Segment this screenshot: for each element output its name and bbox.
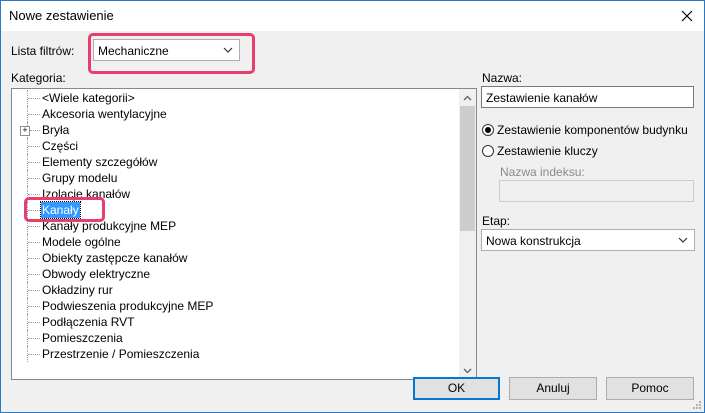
- name-label: Nazwa:: [482, 71, 523, 85]
- key-schedule-radio[interactable]: Zestawienie kluczy: [482, 144, 598, 158]
- close-button[interactable]: [670, 1, 704, 31]
- tree-item[interactable]: Części: [12, 138, 460, 154]
- building-components-label: Zestawienie komponentów budynku: [497, 123, 688, 137]
- category-tree[interactable]: <Wiele kategorii> Akcesoria wentylacyjne…: [11, 88, 477, 380]
- tree-item-label: <Wiele kategorii>: [42, 91, 135, 105]
- category-items: <Wiele kategorii> Akcesoria wentylacyjne…: [12, 90, 460, 362]
- help-button[interactable]: Pomoc: [606, 377, 694, 400]
- tree-item-label: Przestrzenie / Pomieszczenia: [42, 347, 200, 361]
- tree-item-label: Grupy modelu: [42, 171, 118, 185]
- tree-item-label: Okładziny rur: [42, 283, 113, 297]
- tree-item-label: Obwody elektryczne: [42, 267, 151, 281]
- title-bar: Nowe zestawienie: [1, 1, 704, 31]
- tree-item[interactable]: Grupy modelu: [12, 170, 460, 186]
- resize-grip-icon[interactable]: [692, 400, 702, 410]
- filter-highlight-annotation: [88, 33, 255, 74]
- tree-item[interactable]: Obwody elektryczne: [12, 266, 460, 282]
- chevron-down-icon: [678, 237, 688, 243]
- tree-item[interactable]: <Wiele kategorii>: [12, 90, 460, 106]
- ok-button[interactable]: OK: [413, 377, 500, 400]
- tree-item[interactable]: + Bryła: [12, 122, 460, 138]
- tree-item[interactable]: Podwieszenia produkcyjne MEP: [12, 298, 460, 314]
- phase-select[interactable]: Nowa konstrukcja: [481, 229, 695, 251]
- tree-item-label: Bryła: [42, 123, 70, 137]
- radio-selected-icon: [482, 124, 494, 136]
- chevron-down-icon: [463, 368, 472, 373]
- schedule-name-input[interactable]: Zestawienie kanałów: [481, 86, 694, 108]
- tree-item[interactable]: Przestrzenie / Pomieszczenia: [12, 346, 460, 362]
- schedule-name-value: Zestawienie kanałów: [486, 91, 598, 105]
- tree-item[interactable]: Pomieszczenia: [12, 330, 460, 346]
- category-label: Kategoria:: [11, 71, 66, 85]
- category-scrollbar[interactable]: [459, 89, 476, 379]
- tree-item-label: Akcesoria wentylacyjne: [42, 107, 167, 121]
- tree-item-label: Podwieszenia produkcyjne MEP: [42, 299, 214, 313]
- tree-item-label: Pomieszczenia: [42, 331, 123, 345]
- phase-value: Nowa konstrukcja: [486, 234, 581, 248]
- dialog-body: Lista filtrów: Mechaniczne Kategoria: <W…: [1, 31, 704, 412]
- close-icon: [681, 10, 693, 22]
- tree-item[interactable]: Modele ogólne: [12, 234, 460, 250]
- tree-item[interactable]: Akcesoria wentylacyjne: [12, 106, 460, 122]
- tree-item-label: Elementy szczegółów: [42, 155, 158, 169]
- filter-list-label: Lista filtrów:: [11, 44, 75, 58]
- tree-item-label: Części: [42, 139, 79, 153]
- selection-highlight-annotation: [24, 197, 105, 222]
- tree-item[interactable]: Elementy szczegółów: [12, 154, 460, 170]
- tree-item[interactable]: Obiekty zastępcze kanałów: [12, 250, 460, 266]
- building-components-radio[interactable]: Zestawienie komponentów budynku: [482, 123, 688, 137]
- chevron-up-icon: [463, 95, 472, 100]
- scrollbar-thumb[interactable]: [460, 106, 475, 231]
- tree-item-label: Podłączenia RVT: [42, 315, 135, 329]
- phase-label: Etap:: [482, 214, 511, 228]
- key-name-input: [499, 180, 694, 202]
- key-schedule-label: Zestawienie kluczy: [497, 144, 598, 158]
- tree-item-label: Modele ogólne: [42, 235, 121, 249]
- tree-item[interactable]: Okładziny rur: [12, 282, 460, 298]
- radio-unselected-icon: [482, 145, 494, 157]
- cancel-button[interactable]: Anuluj: [509, 377, 597, 400]
- tree-item[interactable]: Podłączenia RVT: [12, 314, 460, 330]
- expand-plus-icon[interactable]: +: [20, 126, 30, 136]
- new-schedule-dialog: Nowe zestawienie Lista filtrów: Mechanic…: [0, 0, 705, 413]
- tree-item-label: Obiekty zastępcze kanałów: [42, 251, 188, 265]
- dialog-title: Nowe zestawienie: [9, 8, 114, 23]
- scroll-up-button[interactable]: [459, 89, 476, 106]
- key-name-label: Nazwa indeksu:: [500, 165, 585, 179]
